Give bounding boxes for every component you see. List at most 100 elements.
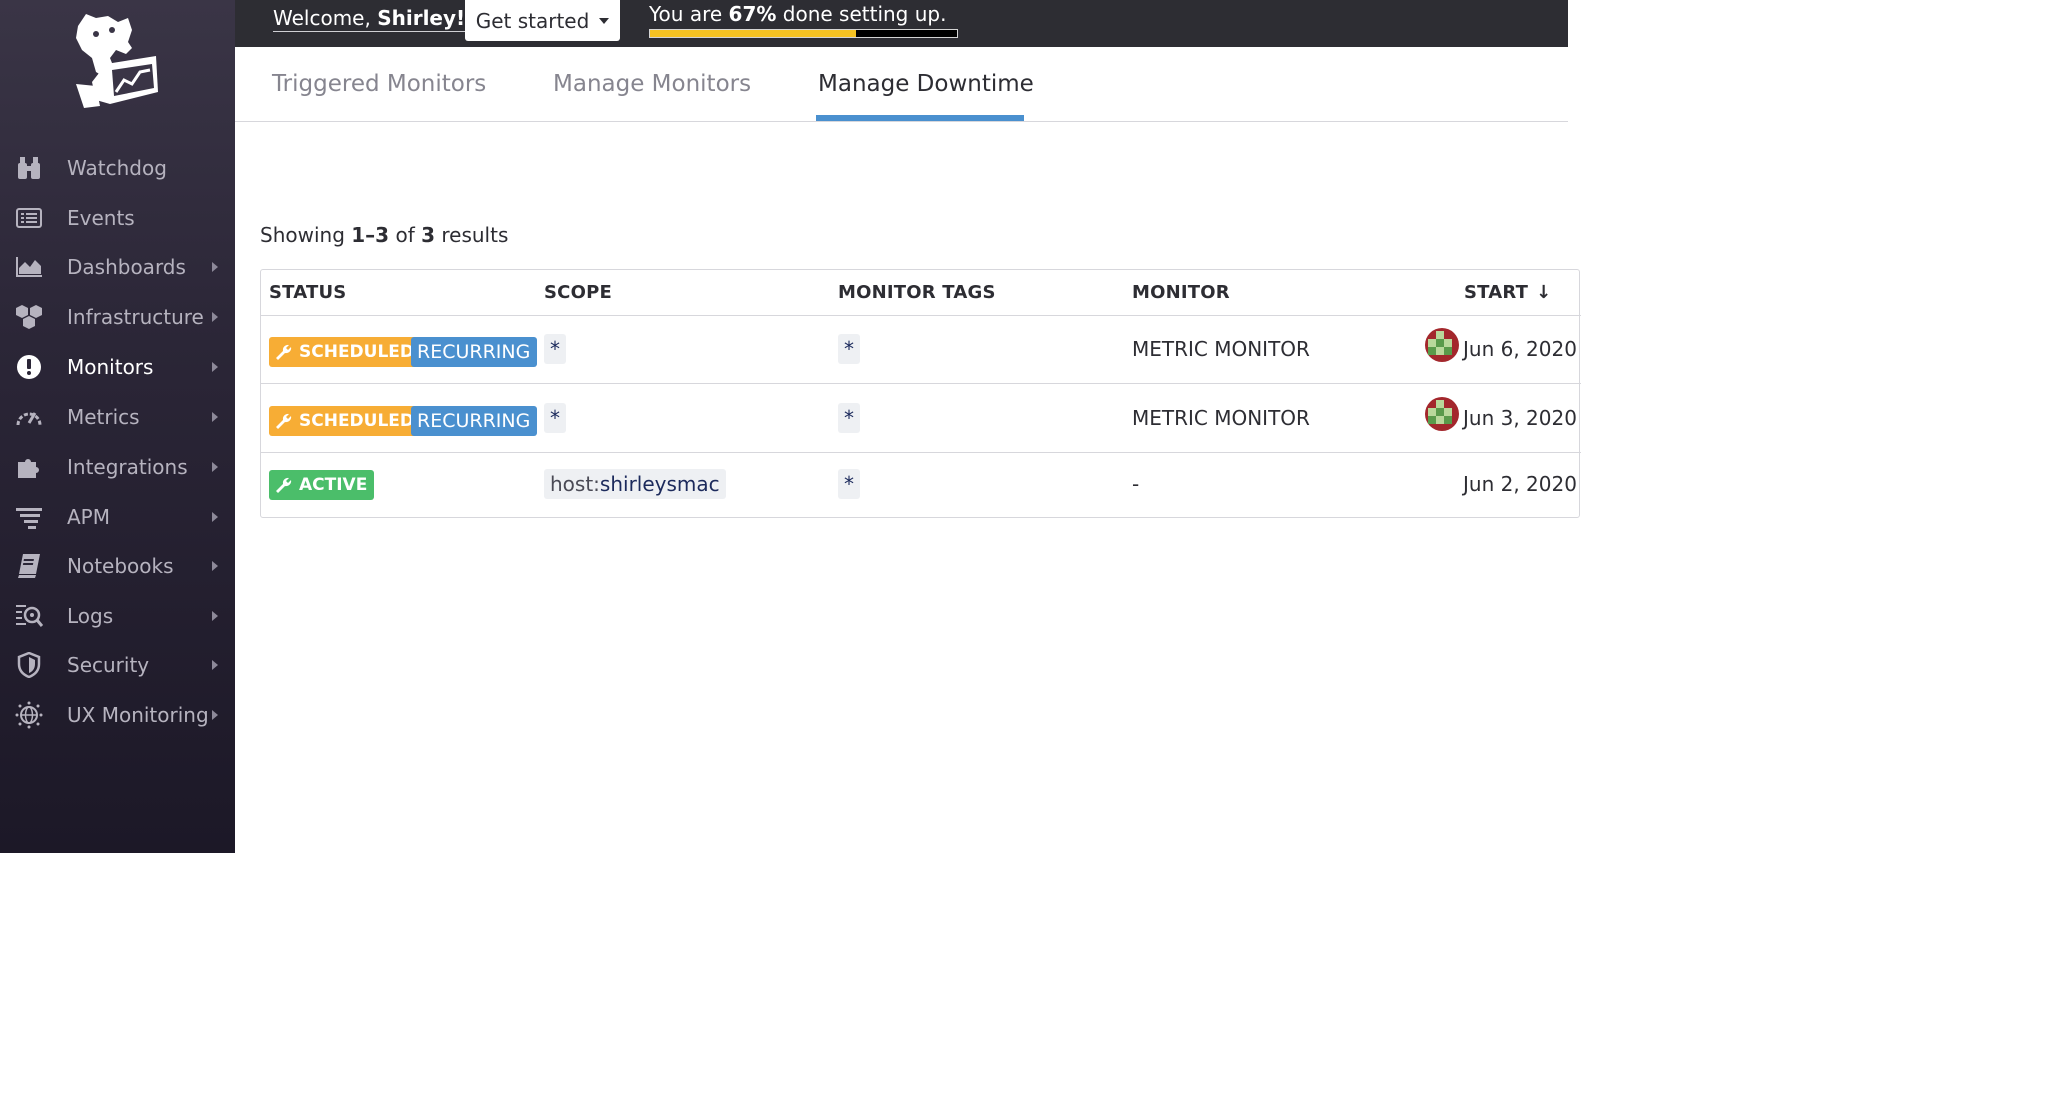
- active-tab-indicator: [816, 115, 1024, 121]
- start-header-label: START: [1464, 282, 1529, 303]
- hexagons-icon: [15, 303, 43, 331]
- welcome-user-name: Shirley!: [377, 6, 466, 30]
- results-suffix: results: [435, 223, 509, 247]
- chevron-right-icon: [212, 611, 218, 621]
- results-of: of: [389, 223, 422, 247]
- scope-tag[interactable]: host: shirleysmac: [544, 469, 726, 499]
- sidebar-item-ux-monitoring[interactable]: UX Monitoring: [0, 694, 235, 736]
- column-header-monitor[interactable]: MONITOR: [1132, 282, 1230, 303]
- column-header-start[interactable]: START ↓: [1464, 282, 1551, 303]
- welcome-prefix: Welcome,: [273, 6, 378, 30]
- sidebar-item-label: Monitors: [67, 355, 154, 379]
- chevron-right-icon: [212, 561, 218, 571]
- progress-suffix: done setting up.: [776, 2, 947, 26]
- sidebar-item-label: Metrics: [67, 405, 140, 429]
- setup-progress-fill: [650, 30, 856, 37]
- status-badge-scheduled: SCHEDULED: [269, 337, 422, 367]
- sidebar-item-events[interactable]: Events: [0, 197, 235, 239]
- sidebar-item-watchdog[interactable]: Watchdog: [0, 147, 235, 189]
- sidebar-item-label: APM: [67, 505, 110, 529]
- status-label: ACTIVE: [299, 475, 368, 495]
- results-total: 3: [421, 223, 436, 247]
- user-avatar[interactable]: [1425, 395, 1459, 433]
- monitor-tags-tag[interactable]: *: [838, 469, 860, 499]
- sidebar-item-label: Logs: [67, 604, 114, 628]
- setup-progress-bar[interactable]: [649, 29, 958, 38]
- scope-tag-value: shirleysmac: [599, 472, 720, 496]
- sidebar-item-label: Events: [67, 206, 135, 230]
- monitor-tags-tag[interactable]: *: [838, 403, 860, 433]
- monitor-name[interactable]: METRIC MONITOR: [1132, 406, 1310, 430]
- table-row[interactable]: SCHEDULED RECURRING * * METRIC MONITOR J…: [261, 383, 1581, 452]
- sidebar-item-logs[interactable]: Logs: [0, 595, 235, 637]
- column-header-monitor-tags[interactable]: MONITOR TAGS: [838, 282, 996, 303]
- scope-tag[interactable]: *: [544, 334, 566, 364]
- column-header-scope[interactable]: SCOPE: [544, 282, 612, 303]
- tab-manage-downtime[interactable]: Manage Downtime: [818, 71, 1034, 97]
- start-date: Jun 6, 2020: [1463, 337, 1577, 361]
- scope-tag-key: host:: [550, 472, 600, 496]
- scope-tag[interactable]: *: [544, 403, 566, 433]
- chevron-right-icon: [212, 660, 218, 670]
- results-range: 1–3: [351, 223, 390, 247]
- sidebar-item-label: Infrastructure: [67, 305, 204, 329]
- logs-icon: [15, 602, 43, 630]
- column-header-status[interactable]: STATUS: [269, 282, 346, 303]
- sidebar-item-label: Security: [67, 653, 150, 677]
- wrench-icon: [276, 413, 292, 429]
- table-row[interactable]: ACTIVE host: shirleysmac * - Jun 2, 2020: [261, 452, 1581, 518]
- status-label: SCHEDULED: [299, 342, 415, 362]
- globe-icon: [15, 701, 43, 729]
- sidebar: Watchdog Events Dashboards Infrastructur…: [0, 0, 235, 853]
- recurring-badge: RECURRING: [411, 406, 538, 436]
- sidebar-item-metrics[interactable]: Metrics: [0, 396, 235, 438]
- sidebar-item-integrations[interactable]: Integrations: [0, 446, 235, 488]
- start-date: Jun 3, 2020: [1463, 406, 1577, 430]
- progress-percent: 67%: [728, 2, 777, 26]
- chevron-right-icon: [212, 462, 218, 472]
- sidebar-item-monitors[interactable]: Monitors: [0, 346, 235, 388]
- monitor-tabs: Triggered Monitors Manage Monitors Manag…: [235, 47, 1568, 122]
- status-badge-active: ACTIVE: [269, 470, 375, 500]
- tab-triggered-monitors[interactable]: Triggered Monitors: [272, 71, 486, 97]
- sort-descending-icon: ↓: [1536, 282, 1552, 303]
- status-badge-scheduled: SCHEDULED: [269, 406, 422, 436]
- notebook-icon: [15, 552, 43, 580]
- monitor-tags-tag[interactable]: *: [838, 334, 860, 364]
- monitor-name: -: [1132, 472, 1140, 496]
- monitor-name[interactable]: METRIC MONITOR: [1132, 337, 1310, 361]
- apm-lines-icon: [15, 503, 43, 531]
- exclamation-circle-icon: [15, 353, 43, 381]
- table-row[interactable]: SCHEDULED RECURRING * * METRIC MONITOR J…: [261, 315, 1581, 383]
- binoculars-icon: [15, 154, 43, 182]
- welcome-link[interactable]: Welcome, Shirley!: [273, 6, 466, 32]
- wrench-icon: [276, 344, 292, 360]
- get-started-dropdown[interactable]: Get started: [465, 0, 620, 41]
- progress-prefix: You are: [649, 2, 729, 26]
- datadog-logo[interactable]: [66, 8, 166, 108]
- get-started-label: Get started: [475, 8, 590, 33]
- downtime-table: STATUS SCOPE MONITOR TAGS MONITOR START ↓…: [260, 269, 1581, 518]
- results-prefix: Showing: [260, 223, 352, 247]
- tab-manage-monitors[interactable]: Manage Monitors: [553, 71, 751, 97]
- sidebar-item-label: Notebooks: [67, 554, 174, 578]
- area-chart-icon: [15, 253, 43, 281]
- sidebar-item-infrastructure[interactable]: Infrastructure: [0, 296, 235, 338]
- sidebar-item-security[interactable]: Security: [0, 644, 235, 686]
- sidebar-item-apm[interactable]: APM: [0, 496, 235, 538]
- user-avatar[interactable]: [1425, 326, 1459, 364]
- chevron-right-icon: [212, 362, 218, 372]
- caret-down-icon: [599, 17, 610, 24]
- sidebar-item-notebooks[interactable]: Notebooks: [0, 545, 235, 587]
- chevron-right-icon: [212, 312, 218, 322]
- chevron-right-icon: [212, 412, 218, 422]
- shield-icon: [15, 651, 43, 679]
- puzzle-icon: [15, 453, 43, 481]
- sidebar-item-label: Dashboards: [67, 255, 186, 279]
- gauge-icon: [15, 403, 43, 431]
- results-count: Showing 1–3 of 3 results: [260, 223, 508, 247]
- setup-progress-text: You are 67% done setting up.: [649, 2, 946, 26]
- status-label: SCHEDULED: [299, 411, 415, 431]
- sidebar-item-dashboards[interactable]: Dashboards: [0, 246, 235, 288]
- events-list-icon: [15, 204, 43, 232]
